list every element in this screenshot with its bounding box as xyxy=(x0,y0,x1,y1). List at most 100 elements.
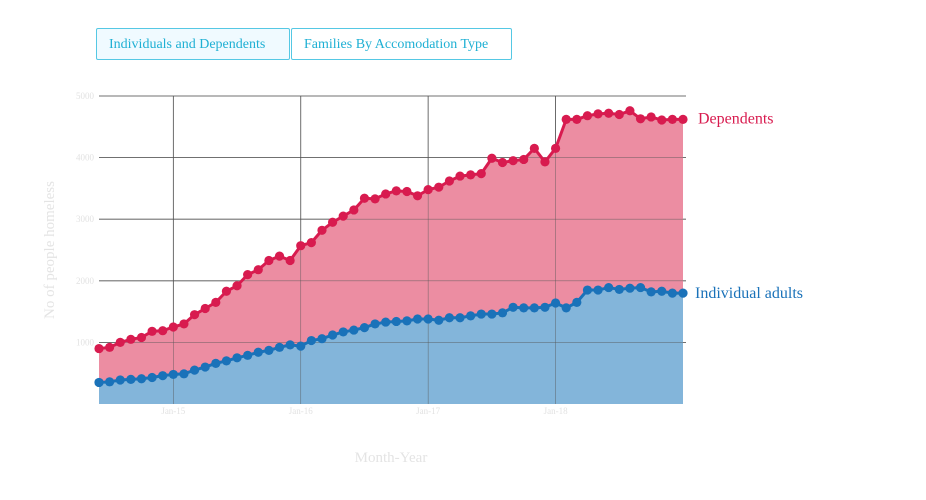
point-dependents xyxy=(444,176,454,186)
point-dependents xyxy=(349,205,359,215)
point-dependents xyxy=(540,157,550,167)
x-tick-label: Jan-17 xyxy=(416,406,440,416)
point-dependents xyxy=(667,114,677,125)
point-individual-adults xyxy=(115,375,125,385)
point-dependents xyxy=(221,286,232,296)
y-tick-label: 3000 xyxy=(76,214,95,224)
point-individual-adults xyxy=(657,286,667,296)
point-individual-adults xyxy=(614,284,624,295)
point-dependents xyxy=(497,157,508,168)
point-individual-adults xyxy=(221,356,232,366)
point-dependents xyxy=(136,332,147,343)
point-dependents xyxy=(126,334,136,344)
point-individual-adults xyxy=(550,298,561,308)
point-individual-adults xyxy=(306,335,316,346)
point-dependents xyxy=(381,189,391,199)
point-individual-adults xyxy=(593,285,603,295)
point-dependents xyxy=(243,270,253,280)
x-axis-title: Month-Year xyxy=(355,450,428,466)
point-dependents xyxy=(158,326,168,336)
point-dependents xyxy=(200,303,210,314)
point-individual-adults xyxy=(317,334,327,344)
point-dependents xyxy=(466,170,476,180)
point-individual-adults xyxy=(179,369,189,379)
point-individual-adults xyxy=(412,314,423,324)
point-dependents xyxy=(635,114,646,124)
point-dependents xyxy=(593,109,603,119)
point-dependents xyxy=(646,112,656,122)
point-individual-adults xyxy=(94,377,104,388)
point-dependents xyxy=(115,337,125,347)
series-areas xyxy=(99,95,686,404)
point-dependents xyxy=(519,154,529,165)
point-individual-adults xyxy=(508,302,518,312)
point-individual-adults xyxy=(253,347,263,357)
point-individual-adults xyxy=(189,365,200,375)
point-dependents xyxy=(402,186,412,197)
point-dependents xyxy=(657,115,667,125)
point-dependents xyxy=(614,109,624,120)
point-individual-adults xyxy=(476,309,486,319)
point-individual-adults xyxy=(434,315,444,325)
point-dependents xyxy=(94,343,104,354)
point-individual-adults xyxy=(604,282,614,293)
point-individual-adults xyxy=(168,369,178,380)
point-dependents xyxy=(423,185,433,195)
point-dependents xyxy=(338,211,348,221)
point-individual-adults xyxy=(402,316,412,326)
point-dependents xyxy=(604,108,614,118)
y-tick-label: 5000 xyxy=(76,91,95,101)
point-individual-adults xyxy=(158,371,168,381)
point-individual-adults xyxy=(497,308,508,318)
point-dependents xyxy=(476,169,486,179)
homeless-area-chart: 10002000300040005000 Jan-15 Jan-16 Jan-17 J… xyxy=(42,91,803,466)
point-dependents xyxy=(285,255,295,266)
point-individual-adults xyxy=(444,313,454,323)
point-dependents xyxy=(274,251,285,261)
point-dependents xyxy=(253,265,263,275)
point-dependents xyxy=(412,191,423,201)
point-individual-adults xyxy=(264,345,274,356)
point-individual-adults xyxy=(105,377,115,387)
point-dependents xyxy=(391,186,401,196)
point-individual-adults xyxy=(529,303,539,313)
x-tick-label: Jan-15 xyxy=(161,406,185,416)
point-dependents xyxy=(529,143,539,153)
point-dependents xyxy=(434,182,444,192)
point-individual-adults xyxy=(678,288,688,298)
point-individual-adults xyxy=(487,309,497,319)
point-individual-adults xyxy=(561,303,571,313)
point-dependents xyxy=(625,106,635,116)
point-individual-adults xyxy=(381,317,391,327)
point-dependents xyxy=(264,255,274,266)
series-label-dependents: Dependents xyxy=(698,110,774,127)
point-dependents xyxy=(455,171,465,181)
point-dependents xyxy=(508,156,518,166)
point-individual-adults xyxy=(136,374,147,384)
y-tick-label: 1000 xyxy=(76,337,95,347)
point-dependents xyxy=(147,326,157,336)
point-dependents xyxy=(359,193,370,203)
point-individual-adults xyxy=(338,327,348,337)
point-dependents xyxy=(370,194,380,204)
point-dependents xyxy=(317,225,327,235)
point-individual-adults xyxy=(243,350,253,360)
point-individual-adults xyxy=(391,316,401,327)
point-dependents xyxy=(487,153,497,163)
point-individual-adults xyxy=(455,313,465,323)
point-dependents xyxy=(306,238,316,248)
point-dependents xyxy=(572,114,582,125)
x-tick-label: Jan-16 xyxy=(289,406,313,416)
point-individual-adults xyxy=(667,288,677,298)
point-individual-adults xyxy=(200,362,210,372)
point-dependents xyxy=(232,281,242,291)
point-dependents xyxy=(105,342,115,352)
point-dependents xyxy=(296,241,306,251)
point-dependents xyxy=(168,322,178,332)
point-individual-adults xyxy=(232,353,242,363)
y-tick-label: 4000 xyxy=(76,153,95,163)
point-individual-adults xyxy=(349,325,359,335)
series-label-individual-adults: Individual adults xyxy=(695,285,803,302)
point-individual-adults xyxy=(126,374,136,384)
point-dependents xyxy=(678,114,688,125)
